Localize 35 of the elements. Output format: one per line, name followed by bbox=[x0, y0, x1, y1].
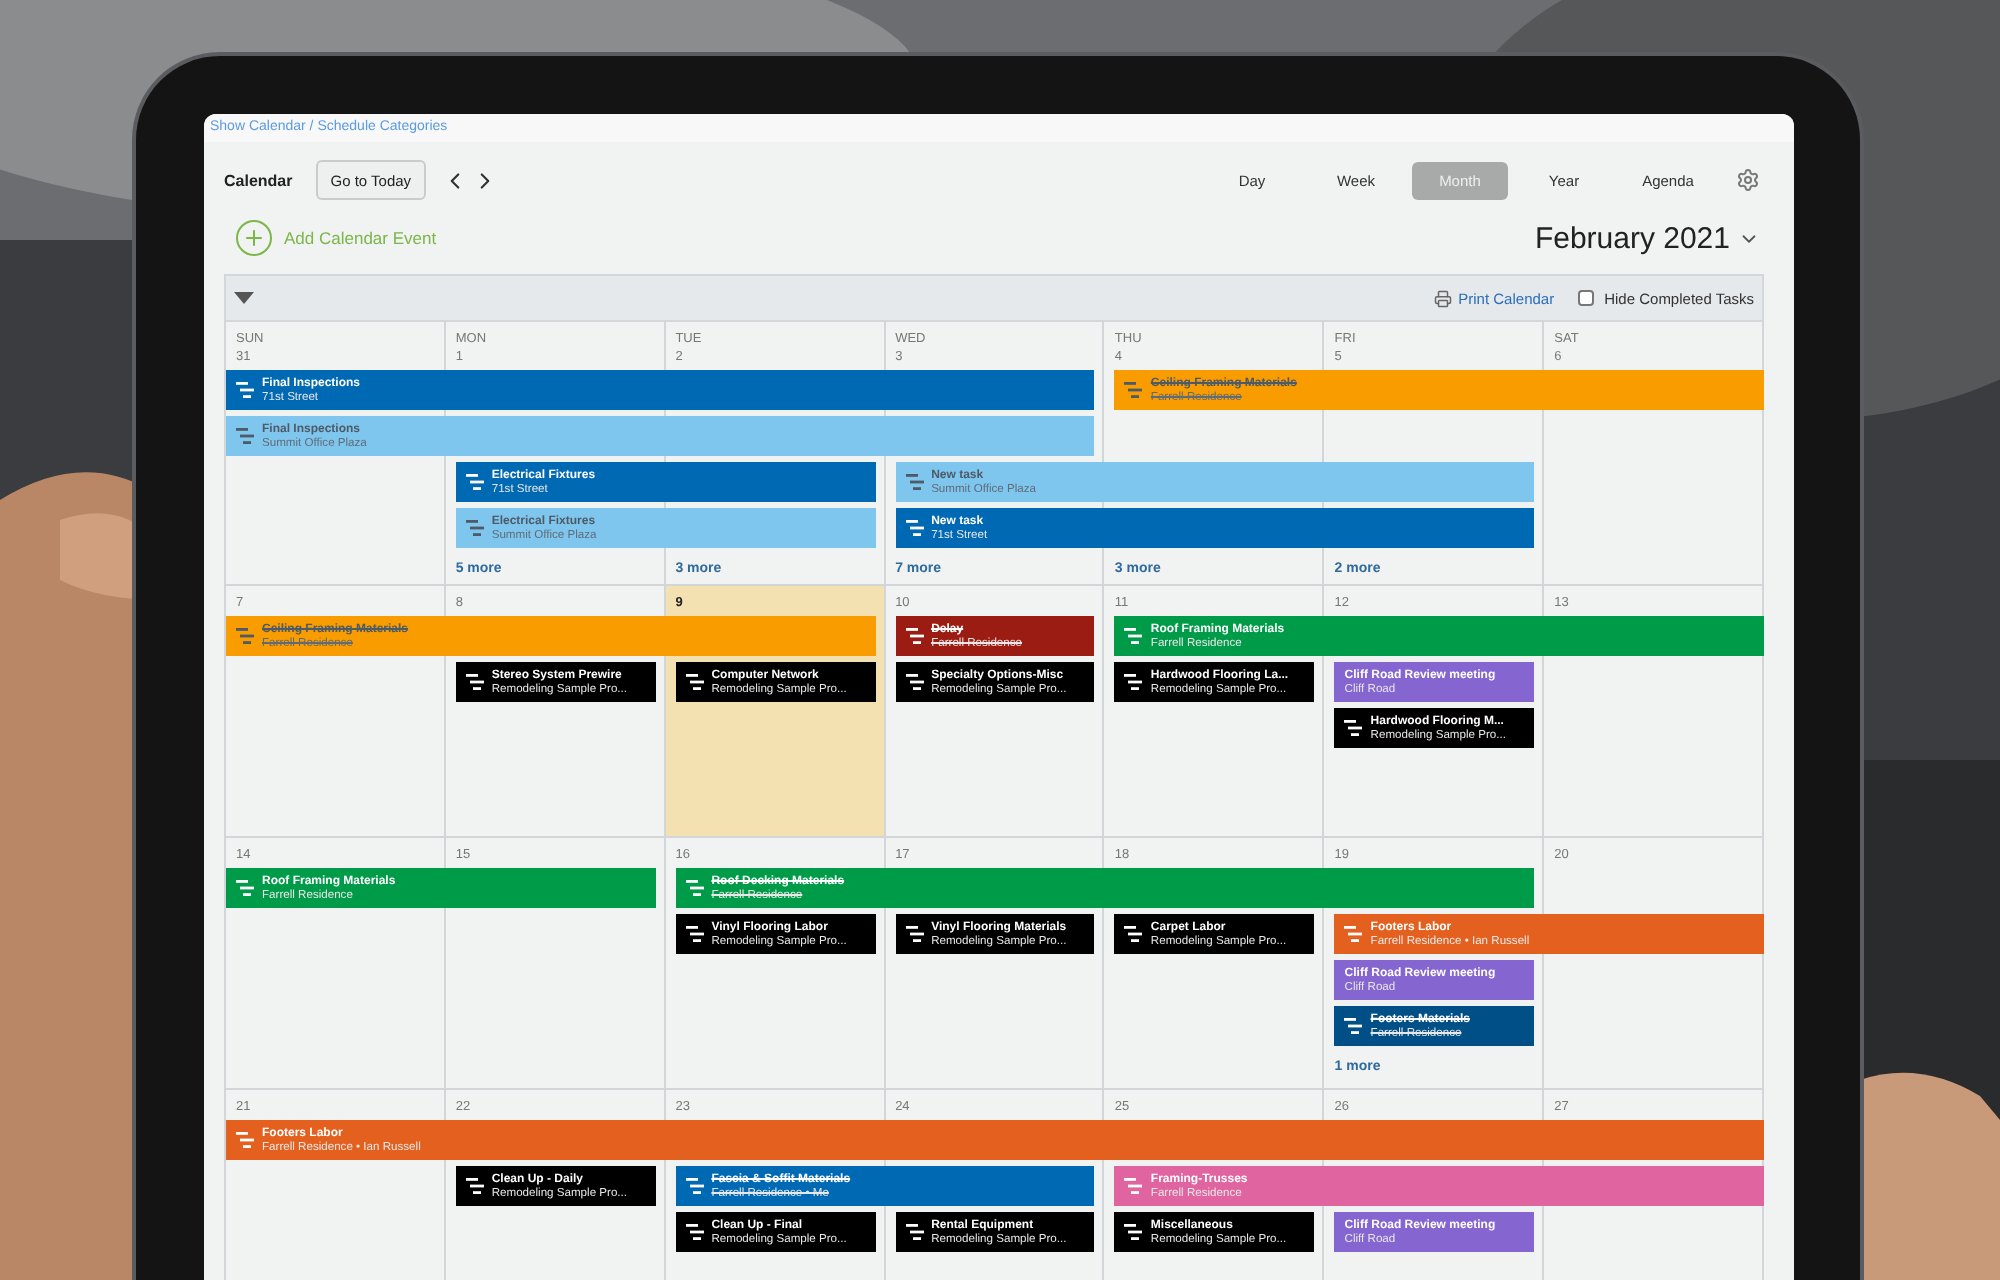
task-icon bbox=[465, 520, 484, 536]
task-icon bbox=[905, 474, 924, 490]
task-icon bbox=[1124, 382, 1143, 398]
printer-icon[interactable] bbox=[1434, 289, 1453, 307]
page-title: Calendar bbox=[224, 171, 293, 189]
task-icon bbox=[685, 926, 704, 942]
task-icon bbox=[905, 1224, 924, 1240]
task-icon bbox=[685, 1224, 704, 1240]
task-icon bbox=[465, 1178, 484, 1194]
task-icon bbox=[905, 674, 924, 690]
task-icon bbox=[236, 628, 254, 644]
task-icon bbox=[236, 428, 254, 444]
task-icon bbox=[1124, 926, 1143, 942]
task-icon bbox=[465, 474, 484, 490]
task-icon bbox=[1124, 628, 1143, 644]
task-icon bbox=[1124, 674, 1143, 690]
task-icon bbox=[905, 520, 924, 536]
task-icon bbox=[685, 674, 704, 690]
task-icon bbox=[465, 674, 484, 690]
task-icon bbox=[1124, 1224, 1143, 1240]
month-title: February 2021 bbox=[1534, 221, 1730, 255]
task-icon bbox=[685, 1178, 704, 1194]
collapse-triangle-icon[interactable] bbox=[234, 292, 254, 304]
task-icon bbox=[236, 880, 254, 896]
task-icon bbox=[685, 880, 704, 896]
task-icon bbox=[1344, 1018, 1363, 1034]
task-icon bbox=[236, 382, 254, 398]
task-icon bbox=[1124, 1178, 1143, 1194]
task-icon bbox=[1344, 720, 1363, 736]
task-icon bbox=[236, 1132, 254, 1148]
task-icon bbox=[1344, 926, 1363, 942]
task-icon bbox=[905, 628, 924, 644]
settings-icon[interactable] bbox=[1736, 168, 1760, 192]
task-icon bbox=[905, 926, 924, 942]
hide-completed-checkbox[interactable] bbox=[1578, 290, 1595, 306]
